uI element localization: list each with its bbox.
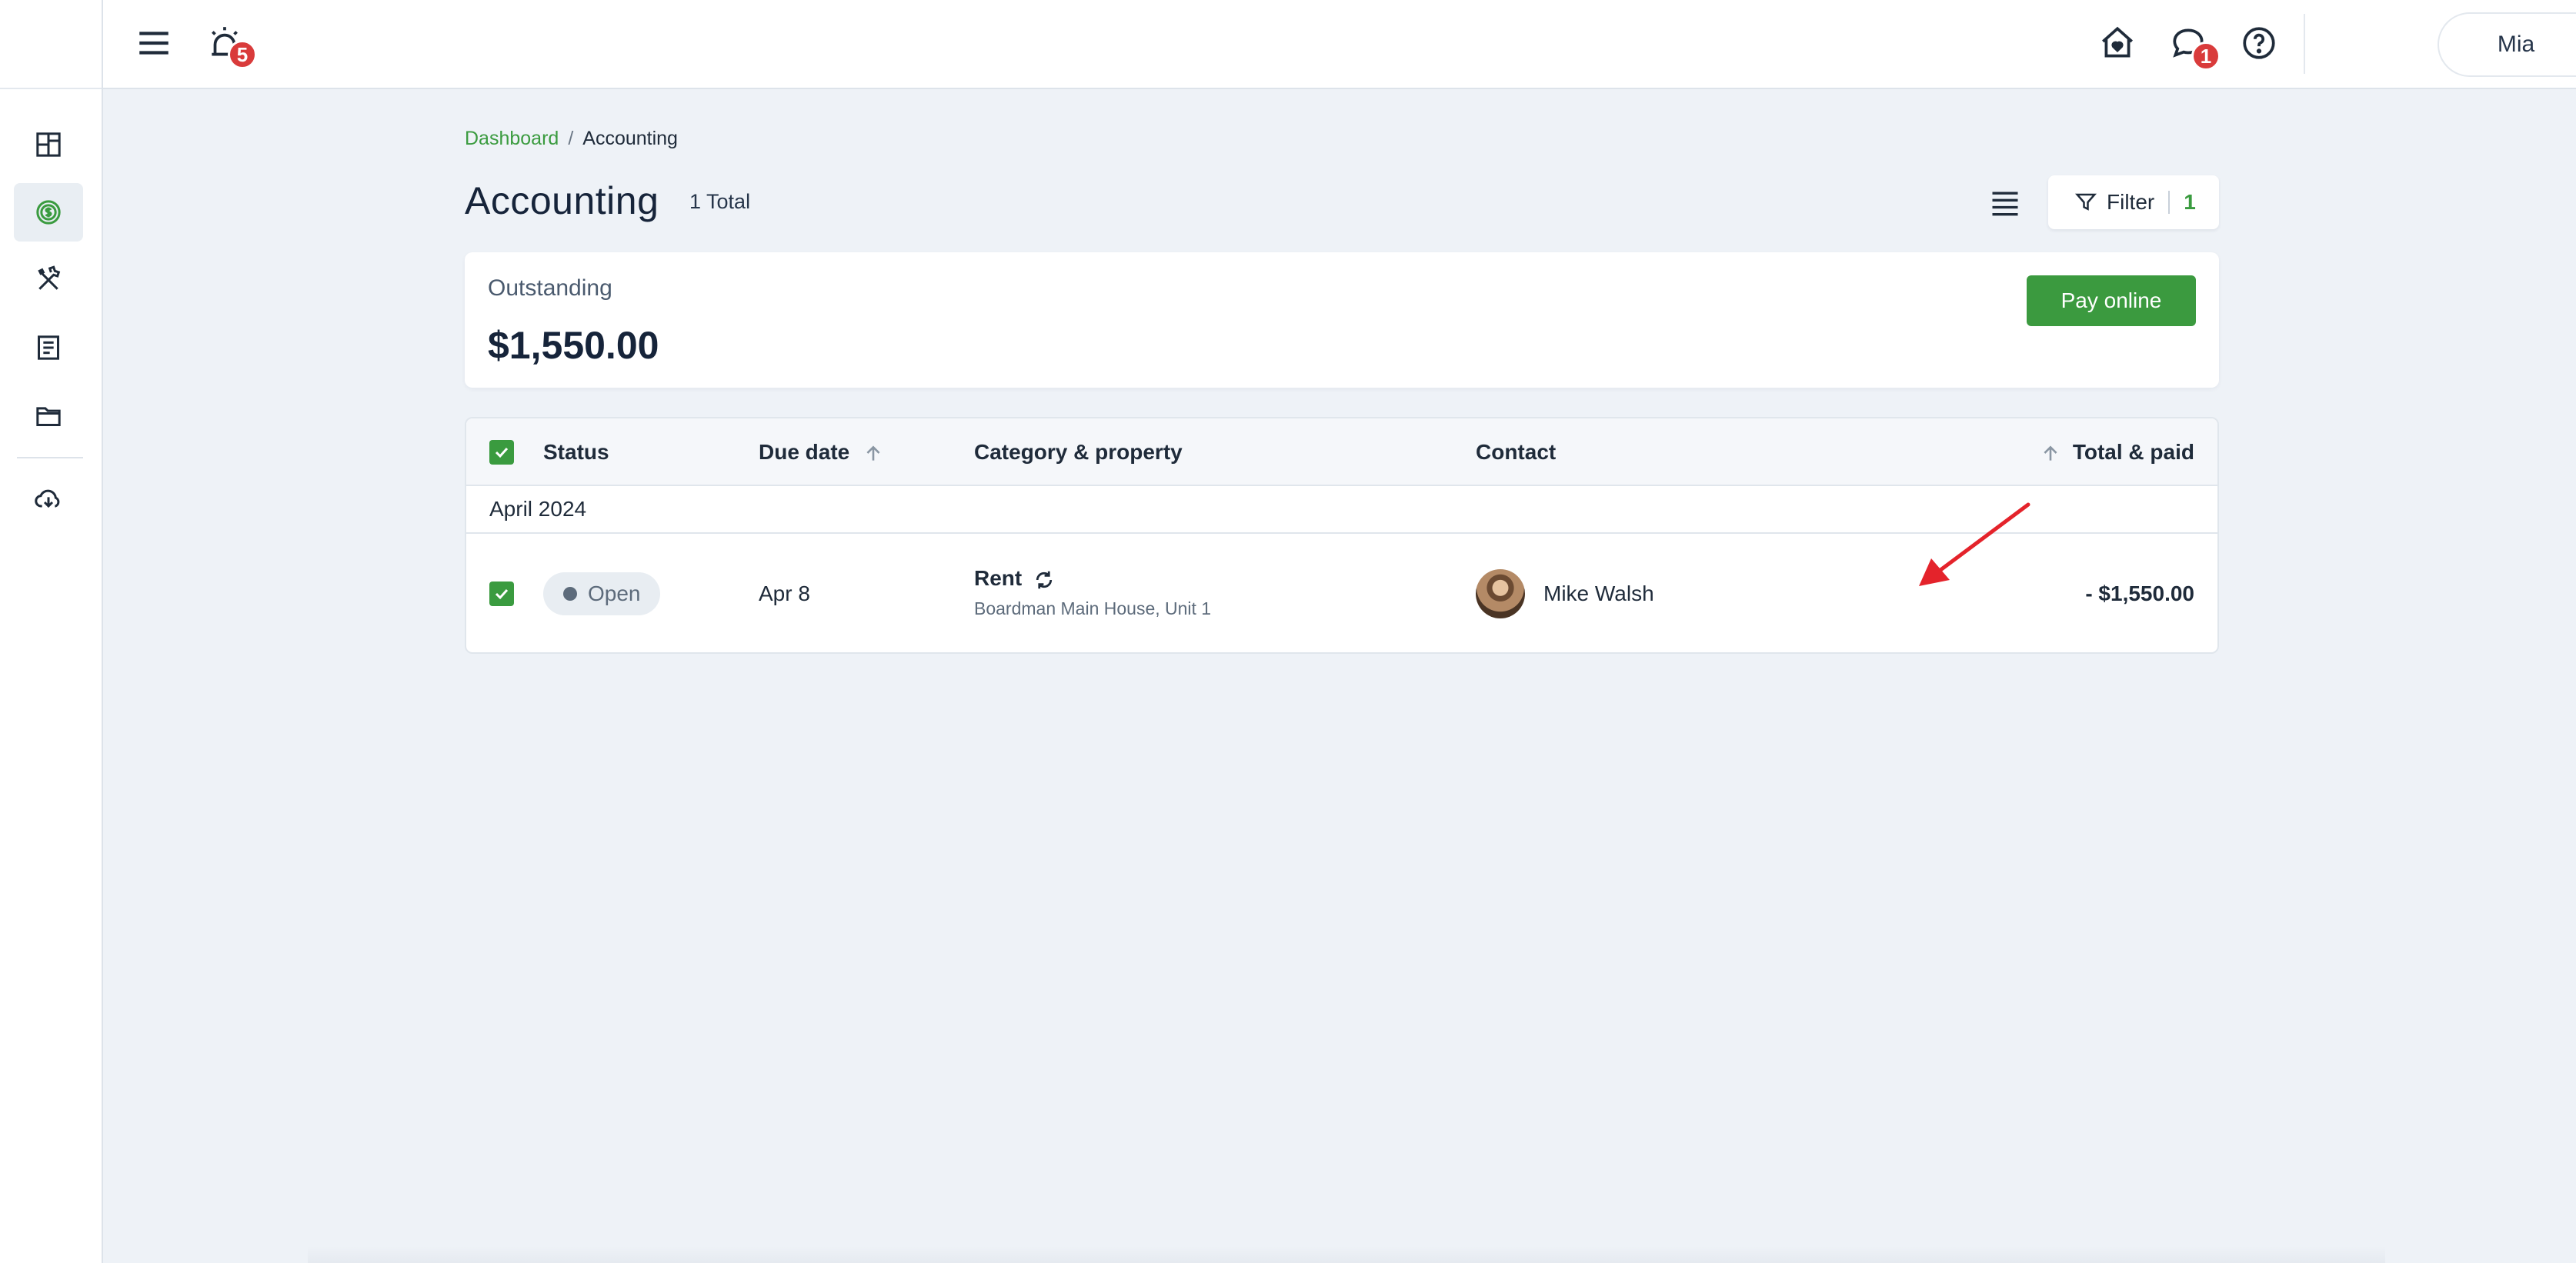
- table-header: Status Due date Category & property Cont…: [466, 418, 2217, 486]
- sidebar-item-files[interactable]: [14, 386, 83, 445]
- menu-icon: [139, 32, 169, 55]
- user-name: Mia: [2497, 32, 2535, 57]
- column-total-label: Total & paid: [2072, 440, 2194, 464]
- outstanding-card: Outstanding $1,550.00: [465, 252, 2219, 388]
- topbar-divider: [2304, 14, 2305, 74]
- page-bottom-shadow: [308, 1246, 2385, 1263]
- sidebar-item-maintenance[interactable]: [14, 251, 83, 309]
- contact-avatar: [1476, 569, 1525, 618]
- cloud-download-icon: [35, 489, 60, 508]
- page-title: Accounting: [465, 179, 659, 222]
- filter-icon: [2074, 193, 2097, 211]
- sidebar: [0, 0, 103, 1263]
- sort-ascending-icon: [866, 445, 880, 461]
- column-due-date-label: Due date: [759, 440, 850, 464]
- status-dot: [563, 587, 577, 601]
- property-cell[interactable]: Boardman Main House, Unit 1: [974, 598, 1211, 619]
- check-icon: [495, 447, 509, 458]
- category-label: Rent: [974, 566, 1023, 590]
- notifications-button[interactable]: 5: [203, 22, 257, 69]
- column-contact[interactable]: Contact: [1476, 418, 1556, 486]
- dashboard-icon: [36, 132, 61, 157]
- sidebar-item-documents[interactable]: [14, 318, 83, 377]
- outstanding-label: Outstanding: [488, 275, 612, 301]
- total-count: 1 Total: [689, 190, 751, 213]
- menu-button[interactable]: [132, 22, 175, 65]
- list-view-icon[interactable]: [1988, 186, 2022, 220]
- topbar: 5 1 Mia: [103, 0, 2576, 89]
- column-due-date[interactable]: Due date: [759, 418, 883, 486]
- breadcrumb-dashboard-link[interactable]: Dashboard: [465, 128, 559, 149]
- breadcrumb: Dashboard / Accounting: [465, 128, 678, 150]
- user-menu[interactable]: Mia: [2438, 12, 2576, 77]
- sidebar-divider: [17, 457, 83, 458]
- pay-online-button[interactable]: Pay online: [2027, 275, 2196, 326]
- contact-name[interactable]: Mike Walsh: [1543, 582, 1654, 606]
- group-label: April 2024: [489, 497, 587, 521]
- recurring-icon: [1036, 571, 1053, 588]
- tools-icon: [38, 265, 61, 290]
- column-total[interactable]: Total & paid: [2040, 418, 2194, 486]
- help-button[interactable]: [2239, 23, 2279, 63]
- notifications-badge: 5: [228, 40, 257, 69]
- messages-button[interactable]: 1: [2168, 23, 2221, 71]
- sidebar-item-dashboard[interactable]: [14, 115, 83, 174]
- total-cell: - $1,550.00: [2085, 582, 2194, 605]
- folder-icon: [36, 407, 61, 426]
- annotation-arrow-icon: [1919, 502, 2030, 586]
- filter-count: 1: [2184, 190, 2196, 214]
- home-button[interactable]: [2097, 23, 2137, 63]
- filter-button[interactable]: Filter 1: [2048, 175, 2219, 229]
- dollar-icon: [36, 200, 61, 225]
- sidebar-item-download[interactable]: [14, 469, 83, 528]
- sidebar-item-accounting[interactable]: [14, 183, 83, 242]
- status-badge: Open: [543, 572, 660, 615]
- breadcrumb-current: Accounting: [582, 128, 678, 149]
- filter-label: Filter: [2107, 190, 2155, 214]
- sidebar-brand: [0, 0, 102, 89]
- status-label: Open: [588, 582, 641, 605]
- outstanding-amount: $1,550.00: [488, 324, 659, 367]
- column-status[interactable]: Status: [543, 418, 609, 486]
- sort-icon: [2044, 445, 2057, 461]
- due-date-cell: Apr 8: [759, 582, 810, 605]
- messages-badge: 1: [2191, 42, 2221, 71]
- row-checkbox[interactable]: [489, 582, 514, 606]
- select-all-checkbox[interactable]: [489, 440, 514, 465]
- filter-separator: [2168, 191, 2171, 214]
- column-category[interactable]: Category & property: [974, 418, 1183, 486]
- help-icon: [2243, 27, 2275, 59]
- document-icon: [38, 335, 59, 360]
- check-icon: [495, 588, 509, 600]
- home-heart-icon: [2102, 26, 2133, 58]
- breadcrumb-separator: /: [568, 128, 574, 149]
- category-cell: Rent: [974, 566, 1056, 592]
